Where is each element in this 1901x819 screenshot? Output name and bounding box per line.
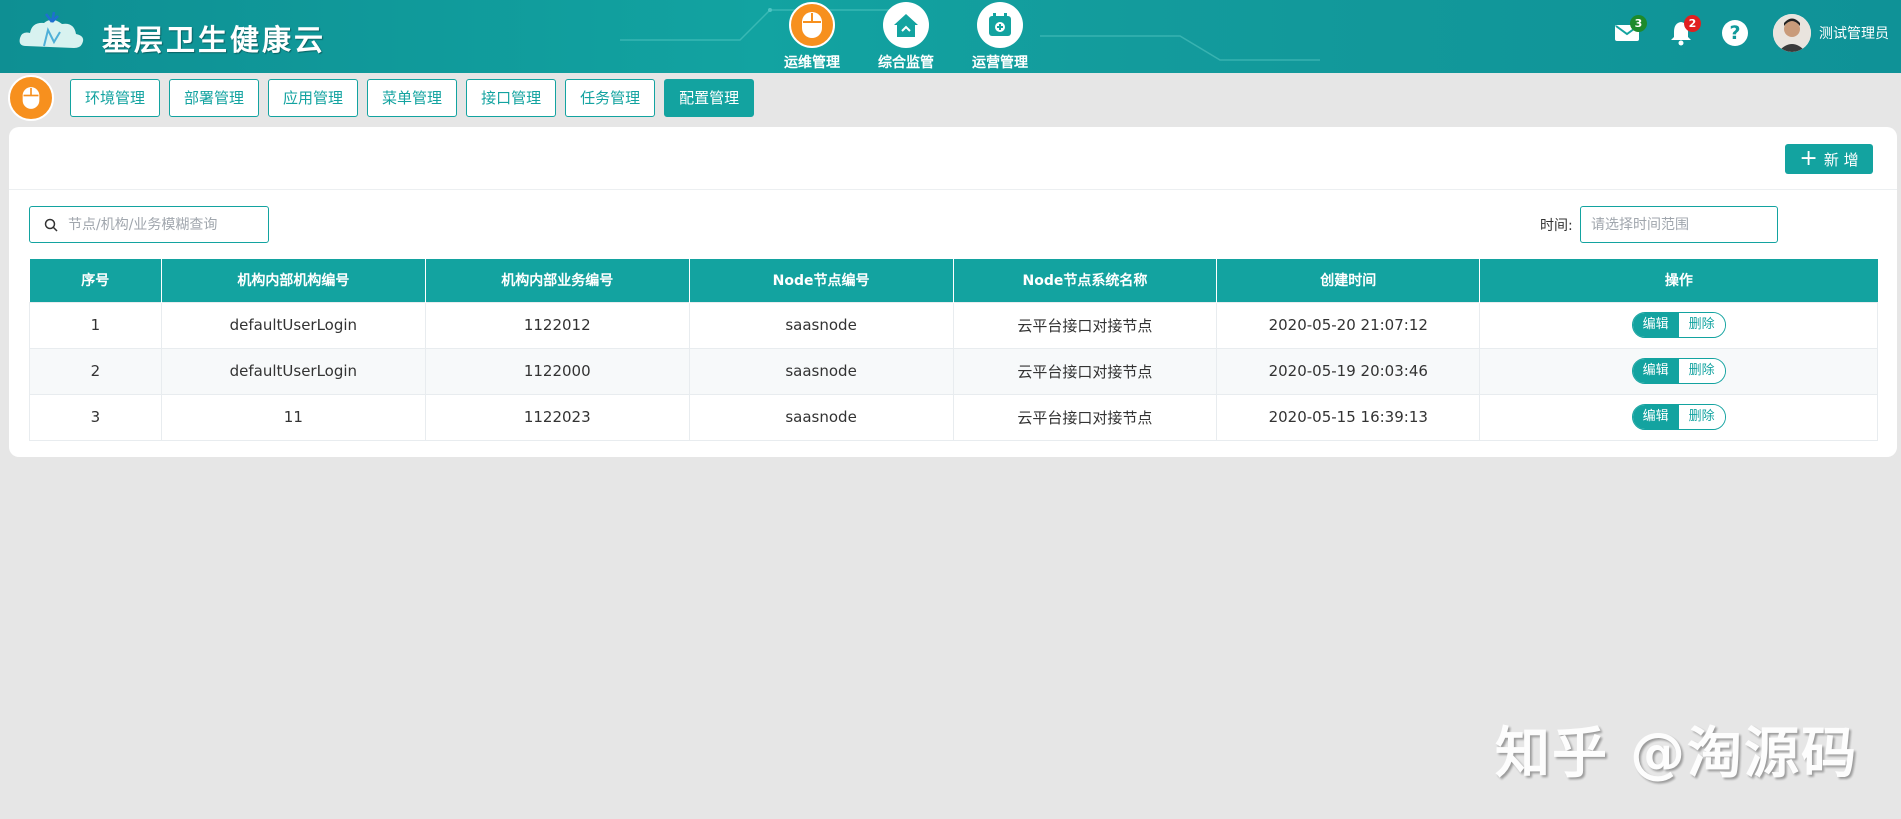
cell-org-code: defaultUserLogin	[160, 347, 426, 395]
add-button[interactable]: + 新 增	[1785, 144, 1873, 174]
cell-index: 3	[29, 393, 162, 441]
table-row: 2 defaultUserLogin 1122000 saasnode 云平台接…	[29, 347, 1878, 395]
topnav-operation-label: 运营管理	[972, 55, 1028, 71]
topnav-supervision[interactable]: 综合监管	[874, 2, 938, 72]
edit-button[interactable]: 编辑	[1632, 359, 1679, 383]
sub-nav: 环境管理 部署管理 应用管理 菜单管理 接口管理 任务管理 配置管理	[8, 75, 763, 121]
tab-application[interactable]: 应用管理	[268, 79, 359, 117]
top-nav: 运维管理 综合监管 运营管理	[780, 2, 1032, 72]
cell-biz-code: 1122012	[424, 301, 690, 349]
row-actions: 编辑 删除	[1631, 358, 1726, 384]
tab-deployment[interactable]: 部署管理	[169, 79, 260, 117]
tab-environment[interactable]: 环境管理	[70, 79, 161, 117]
cell-node-code: saasnode	[688, 347, 954, 395]
header-created: 创建时间	[1216, 259, 1481, 302]
cell-org-code: 11	[160, 393, 426, 441]
mail-count-badge: 3	[1630, 15, 1647, 32]
cell-actions: 编辑 删除	[1479, 393, 1878, 441]
cloud-logo-icon	[19, 11, 84, 48]
brand-title: 基层卫生健康云	[102, 23, 327, 57]
help-button[interactable]: ?	[1719, 17, 1751, 49]
delete-button[interactable]: 删除	[1678, 313, 1725, 337]
search-icon	[44, 218, 58, 232]
search-box	[29, 206, 269, 243]
cell-node-code: saasnode	[688, 301, 954, 349]
header-org-code: 机构内部机构编号	[161, 259, 426, 302]
help-icon: ?	[1722, 20, 1748, 46]
cell-biz-code: 1122023	[424, 393, 690, 441]
house-icon	[883, 2, 929, 48]
cell-created: 2020-05-15 16:39:13	[1216, 393, 1481, 441]
cell-node-name: 云平台接口对接节点	[952, 347, 1218, 395]
edit-button[interactable]: 编辑	[1632, 405, 1679, 429]
header-node-name: Node节点系统名称	[953, 259, 1218, 302]
delete-button[interactable]: 删除	[1678, 405, 1725, 429]
row-actions: 编辑 删除	[1631, 404, 1726, 430]
mail-button[interactable]: 3	[1611, 15, 1647, 49]
tab-menu[interactable]: 菜单管理	[367, 79, 458, 117]
add-button-label: 新 增	[1823, 150, 1859, 169]
avatar[interactable]	[1773, 14, 1811, 52]
topnav-supervision-label: 综合监管	[878, 55, 934, 71]
topnav-ops[interactable]: 运维管理	[780, 2, 844, 72]
cell-created: 2020-05-19 20:03:46	[1216, 347, 1481, 395]
cell-org-code: defaultUserLogin	[160, 301, 426, 349]
time-label: 时间:	[1540, 218, 1573, 234]
panel-toolbar: + 新 增	[9, 127, 1897, 190]
tab-config[interactable]: 配置管理	[664, 79, 755, 117]
cell-index: 1	[29, 301, 162, 349]
topnav-ops-label: 运维管理	[784, 55, 840, 71]
calendar-plus-icon	[977, 2, 1023, 48]
mouse-icon	[789, 2, 835, 48]
delete-button[interactable]: 删除	[1678, 359, 1725, 383]
time-range-input[interactable]	[1580, 206, 1778, 243]
username[interactable]: 测试管理员	[1819, 23, 1889, 43]
table-row: 3 11 1122023 saasnode 云平台接口对接节点 2020-05-…	[29, 393, 1878, 441]
mouse-icon	[8, 75, 54, 121]
cell-index: 2	[29, 347, 162, 395]
table-header-row: 序号 机构内部机构编号 机构内部业务编号 Node节点编号 Node节点系统名称…	[29, 259, 1878, 302]
config-panel: + 新 增 时间: 序号 机构内部机构编号 机构内部业务编号 Node节点编号 …	[9, 127, 1897, 457]
row-actions: 编辑 删除	[1631, 312, 1726, 338]
header-tools: 3 2 ? 测试管理员	[1611, 14, 1889, 52]
cell-actions: 编辑 删除	[1479, 301, 1878, 349]
header-index: 序号	[29, 259, 162, 302]
search-input[interactable]	[68, 216, 258, 233]
topnav-operation[interactable]: 运营管理	[968, 2, 1032, 72]
table-row: 1 defaultUserLogin 1122012 saasnode 云平台接…	[29, 301, 1878, 349]
top-header: 基层卫生健康云 运维管理 综合监管 运营管理 3 2 ? 测试管理员	[0, 0, 1901, 73]
cell-node-code: saasnode	[688, 393, 954, 441]
notification-count-badge: 2	[1684, 15, 1701, 32]
cell-node-name: 云平台接口对接节点	[952, 301, 1218, 349]
watermark: 知乎 @淘源码	[1495, 721, 1859, 785]
header-actions: 操作	[1479, 259, 1878, 302]
header-biz-code: 机构内部业务编号	[425, 259, 690, 302]
header-node-code: Node节点编号	[689, 259, 954, 302]
plus-icon: +	[1799, 146, 1818, 171]
notification-button[interactable]: 2	[1665, 15, 1701, 49]
config-table: 序号 机构内部机构编号 机构内部业务编号 Node节点编号 Node节点系统名称…	[29, 259, 1878, 441]
tab-task[interactable]: 任务管理	[565, 79, 656, 117]
cell-node-name: 云平台接口对接节点	[952, 393, 1218, 441]
cell-actions: 编辑 删除	[1479, 347, 1878, 395]
edit-button[interactable]: 编辑	[1632, 313, 1679, 337]
tab-interface[interactable]: 接口管理	[466, 79, 557, 117]
cell-biz-code: 1122000	[424, 347, 690, 395]
cell-created: 2020-05-20 21:07:12	[1216, 301, 1481, 349]
